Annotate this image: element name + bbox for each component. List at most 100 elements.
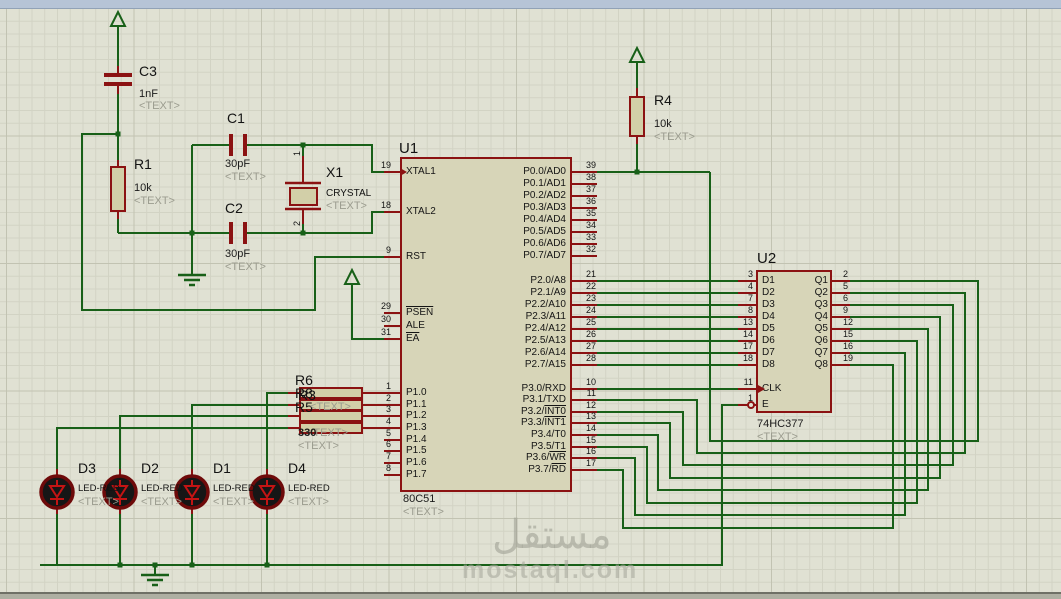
pin-number: 29 — [380, 301, 391, 311]
pin-stub[interactable] — [572, 469, 597, 471]
capacitor-c2 — [229, 222, 233, 244]
window-bottom-edge — [0, 592, 1061, 599]
led-ref[interactable]: D3 — [78, 461, 96, 476]
pin-number: 30 — [380, 314, 391, 324]
crystal-x1[interactable] — [285, 181, 321, 211]
pin-stub[interactable] — [572, 255, 597, 257]
led-ref[interactable]: D4 — [288, 461, 306, 476]
pin-label: P1.3 — [406, 422, 427, 433]
rpack-value[interactable]: 330 — [298, 427, 316, 440]
pin-number: 31 — [380, 327, 391, 337]
u2-ref[interactable]: U2 — [757, 251, 776, 267]
r4-value[interactable]: 10k — [654, 118, 672, 131]
vcc-arrow-icon — [343, 267, 361, 285]
pin-label: P3.5/T1 — [530, 441, 566, 452]
ground-icon — [178, 273, 206, 287]
watermark-arabic: مستقل — [492, 513, 612, 557]
pin-number: 7 — [747, 293, 753, 303]
pin-label: P3.1/TXD — [522, 394, 566, 405]
pin-label: P2.1/A9 — [530, 287, 566, 298]
pin-number: 6 — [385, 439, 391, 449]
pin-number: 6 — [843, 293, 849, 303]
pin-label: P0.0/AD0 — [523, 166, 566, 177]
pin-label: Q8 — [814, 359, 828, 370]
r1-ref[interactable]: R1 — [134, 157, 152, 172]
pin-label: ALE — [406, 320, 425, 331]
pin-number: 8 — [385, 463, 391, 473]
wire-resistors-to-leds — [56, 392, 288, 469]
rpack-text-placeholder: <TEXT> — [310, 401, 351, 413]
ground-icon — [141, 573, 169, 587]
pin-number: 5 — [385, 428, 391, 438]
pin-number: 19 — [380, 160, 391, 170]
ground-symbol-icons[interactable] — [141, 273, 206, 587]
led-value[interactable]: LED-RED — [288, 484, 330, 494]
c1-text-placeholder: <TEXT> — [225, 171, 266, 183]
led-text-placeholder: <TEXT> — [78, 496, 119, 508]
pin-stub[interactable] — [572, 364, 597, 366]
pin-label: P0.4/AD4 — [523, 214, 566, 225]
c1-value[interactable]: 30pF — [225, 158, 250, 171]
clock-pin-triangle-icon — [758, 385, 765, 393]
pin-label: P1.0 — [406, 387, 427, 398]
pin-label: P2.4/A12 — [524, 323, 566, 334]
x1-pin1-number: 1 — [292, 150, 302, 156]
pin-number: 7 — [385, 451, 391, 461]
led-value[interactable]: LED-RED — [213, 484, 255, 494]
pin-label: P1.2 — [406, 410, 427, 421]
pin-stub[interactable] — [384, 211, 400, 213]
pin-label: P2.7/A15 — [524, 359, 566, 370]
c2-value[interactable]: 30pF — [225, 248, 250, 261]
c2-ref[interactable]: C2 — [225, 201, 243, 216]
u1-part-number[interactable]: 80C51 — [403, 493, 435, 506]
pin-stub[interactable] — [384, 256, 400, 258]
led-value[interactable]: LED-RED — [141, 484, 183, 494]
pin-stub[interactable] — [384, 474, 400, 476]
led-d4 — [249, 474, 285, 510]
led-text-placeholder: <TEXT> — [288, 496, 329, 508]
pin-label: EA — [406, 333, 420, 344]
c2-text-placeholder: <TEXT> — [225, 261, 266, 273]
vcc-arrow-icon — [628, 45, 646, 63]
pin-label: P0.6/AD6 — [523, 238, 566, 249]
x1-pin2-number: 2 — [292, 220, 302, 226]
u1-ref[interactable]: U1 — [399, 141, 418, 157]
pin-stub[interactable] — [738, 364, 756, 366]
pin-number: 13 — [742, 317, 753, 327]
pin-label: P2.0/A8 — [530, 275, 566, 286]
led-value[interactable]: LED-RED — [78, 484, 120, 494]
pin-label: P0.1/AD1 — [523, 178, 566, 189]
pin-number: 17 — [742, 341, 753, 351]
led-ref[interactable]: D1 — [213, 461, 231, 476]
led-d3 — [39, 474, 75, 510]
watermark-latin: mostaql.com — [462, 556, 639, 584]
pin-number: 3 — [385, 404, 391, 414]
pin-label: Q7 — [814, 347, 828, 358]
c1-ref[interactable]: C1 — [227, 111, 245, 126]
pin-number: 4 — [747, 281, 753, 291]
pin-stub[interactable] — [738, 388, 756, 390]
pin-number: 1 — [385, 381, 391, 391]
proteus-schematic-canvas[interactable]: C3 1nF <TEXT> R1 10k <TEXT> C1 30pF <TEX… — [0, 0, 1061, 599]
pin-label: E — [762, 399, 769, 410]
x1-ref[interactable]: X1 — [326, 165, 343, 180]
pin-label: P1.7 — [406, 469, 427, 480]
pin-number: 9 — [843, 305, 849, 315]
led-ref[interactable]: D2 — [141, 461, 159, 476]
pin-label: Q6 — [814, 335, 828, 346]
c3-value[interactable]: 1nF — [139, 88, 158, 101]
pin-number: 12 — [843, 317, 854, 327]
pin-stub[interactable] — [832, 364, 850, 366]
pin-label: P2.5/A13 — [524, 335, 566, 346]
pin-label: P0.2/AD2 — [523, 190, 566, 201]
c3-ref[interactable]: C3 — [139, 64, 157, 79]
pin-number: 3 — [747, 269, 753, 279]
wire-xtal2-row — [118, 211, 384, 234]
pin-stub[interactable] — [384, 171, 400, 173]
x1-value[interactable]: CRYSTAL — [326, 188, 371, 200]
u2-part-number[interactable]: 74HC377 — [757, 418, 803, 431]
pin-stub[interactable] — [384, 338, 400, 340]
capacitor-c3 — [104, 73, 132, 77]
r1-value[interactable]: 10k — [134, 182, 152, 195]
r4-ref[interactable]: R4 — [654, 93, 672, 108]
